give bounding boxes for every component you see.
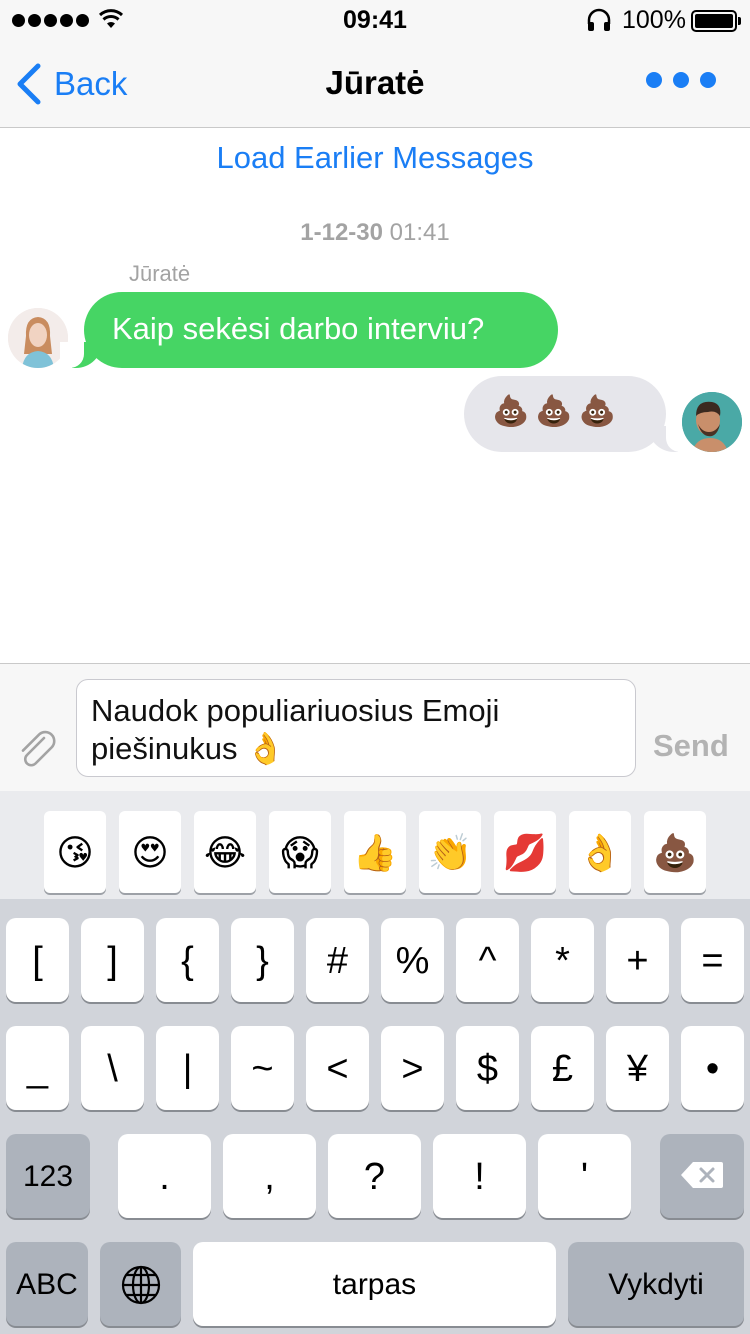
timestamp-time: 01:41 (389, 219, 450, 246)
nav-bar: Back Jūratė (0, 40, 750, 128)
backspace-icon (681, 1162, 723, 1188)
paperclip-icon[interactable] (14, 724, 62, 772)
key[interactable]: [ (6, 918, 69, 1002)
key[interactable]: . (118, 1134, 211, 1218)
key[interactable]: = (681, 918, 744, 1002)
emoji-key[interactable]: 😂 (194, 811, 256, 893)
key[interactable]: > (381, 1026, 444, 1110)
timestamp-date: 1-12-30 (300, 219, 383, 246)
key[interactable]: < (306, 1026, 369, 1110)
emoji-key[interactable]: 💋 (494, 811, 556, 893)
headphones-icon (587, 8, 611, 31)
space-key[interactable]: tarpas (193, 1242, 556, 1326)
message-text: Kaip sekėsi darbo interviu? (112, 311, 485, 346)
emoji-key[interactable]: 👍 (344, 811, 406, 893)
keyboard: 😘 😍 😂 😱 👍 👏 💋 👌 💩 [ ] { } # % ^ * + = _ … (0, 791, 750, 1334)
message-bubble-incoming[interactable]: Kaip sekėsi darbo interviu? (60, 292, 558, 368)
emoji-key[interactable]: 😱 (269, 811, 331, 893)
globe-key[interactable] (100, 1242, 181, 1326)
key[interactable]: \ (81, 1026, 144, 1110)
status-bar: 09:41 100% (0, 0, 750, 40)
key[interactable]: ¥ (606, 1026, 669, 1110)
return-key[interactable]: Vykdyti (568, 1242, 744, 1326)
message-bubble-outgoing[interactable]: 💩💩💩 (464, 376, 690, 452)
abc-key[interactable]: ABC (6, 1242, 88, 1326)
key[interactable]: % (381, 918, 444, 1002)
message-input[interactable]: Naudok populiariuosius Emoji piešinukus … (76, 679, 636, 777)
user-avatar[interactable] (682, 392, 742, 452)
emoji-key[interactable]: 💩 (644, 811, 706, 893)
key[interactable]: ] (81, 918, 144, 1002)
load-earlier-button[interactable]: Load Earlier Messages (0, 140, 750, 176)
key[interactable]: $ (456, 1026, 519, 1110)
emoji-key[interactable]: 👌 (569, 811, 631, 893)
emoji-key[interactable]: 👏 (419, 811, 481, 893)
send-button[interactable]: Send (653, 728, 729, 764)
key[interactable]: , (223, 1134, 316, 1218)
delete-key[interactable] (660, 1134, 744, 1218)
key[interactable]: ? (328, 1134, 421, 1218)
key[interactable]: _ (6, 1026, 69, 1110)
battery-percent: 100% (622, 6, 686, 34)
key[interactable]: £ (531, 1026, 594, 1110)
key[interactable]: # (306, 918, 369, 1002)
page-title: Jūratė (325, 64, 425, 101)
key[interactable]: ! (433, 1134, 526, 1218)
numbers-mode-key[interactable]: 123 (6, 1134, 90, 1218)
key[interactable]: | (156, 1026, 219, 1110)
sender-name: Jūratė (129, 261, 191, 286)
emoji-key[interactable]: 😍 (119, 811, 181, 893)
globe-icon (121, 1265, 160, 1305)
contact-avatar[interactable] (8, 308, 68, 368)
emoji-suggestion-bar: 😘 😍 😂 😱 👍 👏 💋 👌 💩 (0, 791, 750, 899)
message-text: 💩💩💩 (492, 395, 623, 428)
input-toolbar: Naudok populiariuosius Emoji piešinukus … (0, 663, 750, 791)
key[interactable]: { (156, 918, 219, 1002)
message-timestamp: 1-12-30 01:41 (0, 219, 750, 247)
key[interactable]: ~ (231, 1026, 294, 1110)
emoji-key[interactable]: 😘 (44, 811, 106, 893)
key[interactable]: ' (538, 1134, 631, 1218)
key[interactable]: } (231, 918, 294, 1002)
key[interactable]: ^ (456, 918, 519, 1002)
key[interactable]: + (606, 918, 669, 1002)
key[interactable]: • (681, 1026, 744, 1110)
more-dots-icon[interactable] (646, 72, 716, 88)
battery-icon (691, 10, 741, 32)
key[interactable]: * (531, 918, 594, 1002)
